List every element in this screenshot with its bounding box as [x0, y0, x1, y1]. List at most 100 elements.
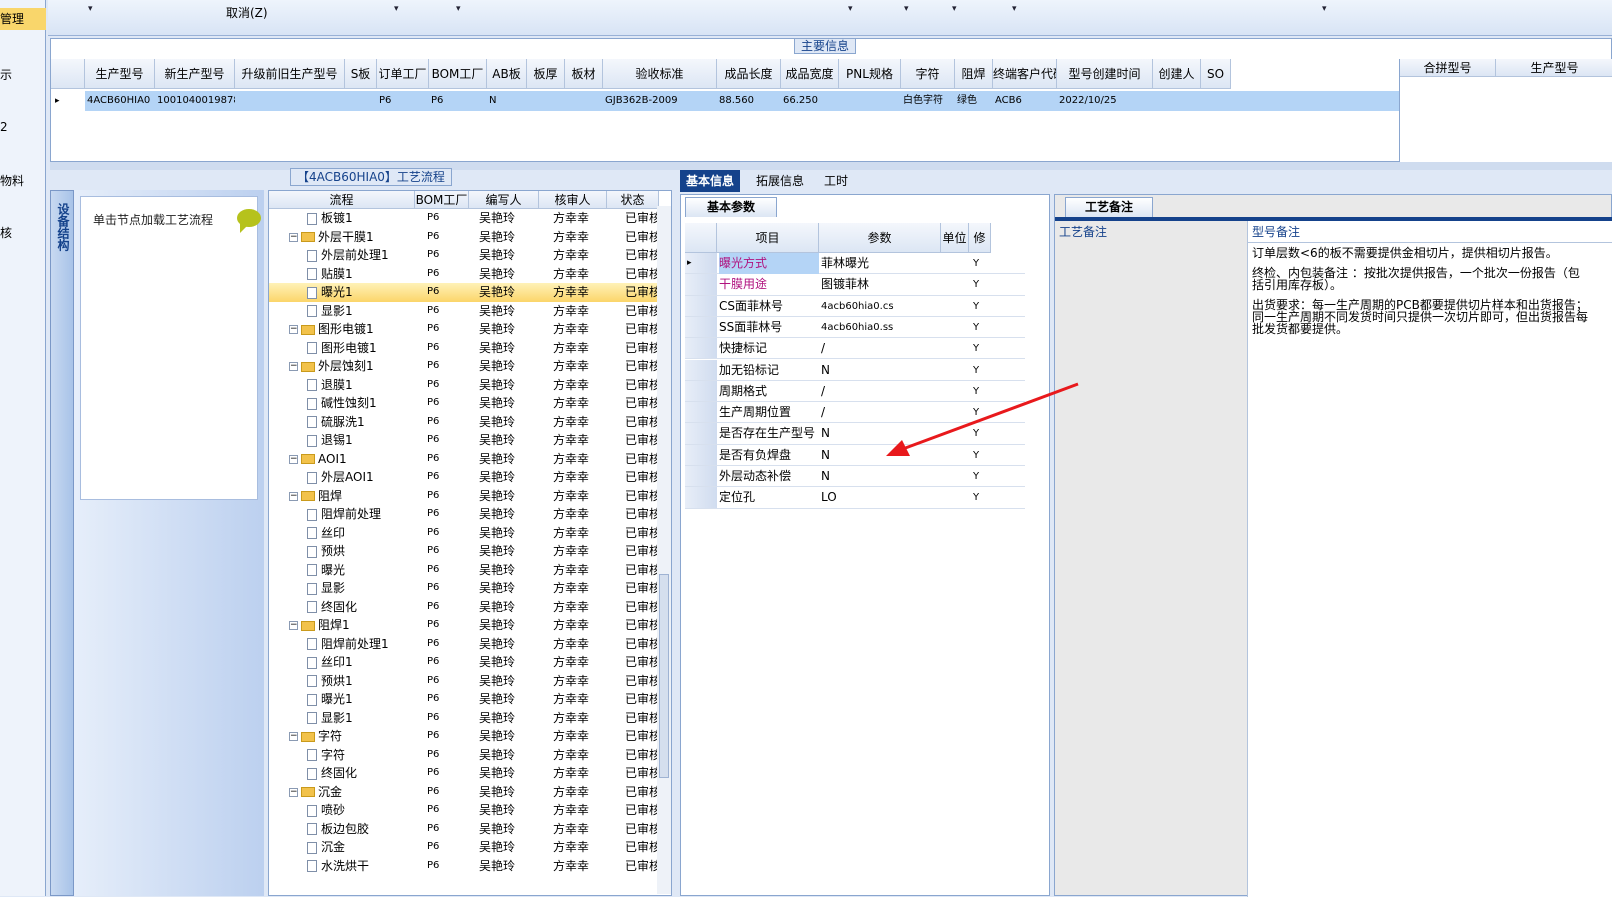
collapse-icon[interactable]: −	[289, 787, 298, 797]
cancel-menu[interactable]: 取消(Z)	[226, 4, 268, 21]
tree-node[interactable]: 丝印	[307, 524, 415, 542]
col-header[interactable]: 字符	[901, 59, 955, 89]
col-header[interactable]: 成品宽度	[781, 59, 839, 89]
cell-15[interactable]: ACB6	[993, 91, 1057, 111]
tree-node[interactable]: 预烘	[307, 542, 415, 560]
tree-row[interactable]: 显影1 P6 吴艳玲 方幸幸 已审核	[269, 709, 659, 728]
tree-node[interactable]: − 字符	[289, 727, 415, 745]
tree-col-header[interactable]: 编写人	[469, 191, 539, 209]
param-col-header[interactable]: 项目	[717, 223, 819, 253]
tree-node[interactable]: 曝光1	[307, 690, 415, 708]
cell-3[interactable]	[345, 91, 377, 111]
tab-basic-params[interactable]: 基本参数	[685, 197, 777, 217]
param-value[interactable]: N	[821, 360, 941, 381]
col-header[interactable]: 生产型号	[85, 59, 155, 89]
tree-row[interactable]: 外层AOI1 P6 吴艳玲 方幸幸 已审核	[269, 468, 659, 487]
tree-row[interactable]: 板镀1 P6 吴艳玲 方幸幸 已审核	[269, 209, 659, 228]
merge-col-header[interactable]: 合拼型号	[1400, 59, 1496, 77]
param-row[interactable]: ▸ 曝光方式 菲林曝光 Y	[685, 253, 1025, 275]
tree-node[interactable]: 显影1	[307, 302, 415, 320]
tree-node[interactable]: − 阻焊	[289, 487, 415, 505]
tree-node[interactable]: 显影	[307, 579, 415, 597]
col-header[interactable]: 订单工厂	[377, 59, 429, 89]
param-value[interactable]: LO	[821, 487, 941, 508]
param-value[interactable]: /	[821, 338, 941, 359]
col-header[interactable]: 新生产型号	[155, 59, 235, 89]
tree-row[interactable]: 预烘1 P6 吴艳玲 方幸幸 已审核	[269, 672, 659, 691]
dropdown-arrow-icon[interactable]: ▾	[904, 4, 909, 14]
param-row[interactable]: CS面菲林号 4acb60hia0.cs Y	[685, 295, 1025, 317]
dropdown-arrow-icon[interactable]: ▾	[88, 4, 93, 14]
param-row[interactable]: 加无铅标记 N Y	[685, 359, 1025, 381]
tab-1[interactable]: 拓展信息	[750, 170, 810, 192]
tree-row[interactable]: 沉金 P6 吴艳玲 方幸幸 已审核	[269, 838, 659, 857]
tree-row[interactable]: 预烘 P6 吴艳玲 方幸幸 已审核	[269, 542, 659, 561]
tree-node[interactable]: 板镀1	[307, 209, 415, 227]
tree-node[interactable]: 喷砂	[307, 801, 415, 819]
param-value[interactable]: 图镀菲林	[821, 274, 941, 295]
col-header[interactable]: BOM工厂	[429, 59, 487, 89]
collapse-icon[interactable]: −	[289, 362, 298, 371]
tree-row[interactable]: 曝光1 P6 吴艳玲 方幸幸 已审核	[269, 690, 659, 709]
cell-2[interactable]	[235, 91, 345, 111]
collapse-icon[interactable]: −	[289, 232, 298, 242]
horizontal-splitter[interactable]	[50, 162, 1612, 170]
tree-node[interactable]: − 外层干膜1	[289, 228, 415, 246]
tree-row[interactable]: 喷砂 P6 吴艳玲 方幸幸 已审核	[269, 801, 659, 820]
tree-row[interactable]: − 字符 P6 吴艳玲 方幸幸 已审核	[269, 727, 659, 746]
tree-node[interactable]: 硫脲洗1	[307, 413, 415, 431]
tree-row[interactable]: 曝光 P6 吴艳玲 方幸幸 已审核	[269, 561, 659, 580]
tree-row[interactable]: 水洗烘干 P6 吴艳玲 方幸幸 已审核	[269, 857, 659, 876]
collapse-icon[interactable]: −	[289, 732, 298, 741]
tree-row[interactable]: 丝印1 P6 吴艳玲 方幸幸 已审核	[269, 653, 659, 672]
nav-item-0[interactable]: 管理	[0, 8, 46, 30]
tree-node[interactable]: 退膜1	[307, 376, 415, 394]
col-header[interactable]: AB板	[487, 59, 527, 89]
cell-7[interactable]	[527, 91, 565, 111]
merge-col-header[interactable]: 生产型号	[1496, 59, 1612, 77]
model-notes-box[interactable]: 型号备注 订单层数<6的板不需要提供金相切片，提供相切片报告。 终检、内包装备注 …	[1247, 221, 1612, 897]
tree-row[interactable]: − 阻焊1 P6 吴艳玲 方幸幸 已审核	[269, 616, 659, 635]
tree-node[interactable]: 终固化	[307, 598, 415, 616]
tree-row[interactable]: − 外层干膜1 P6 吴艳玲 方幸幸 已审核	[269, 228, 659, 247]
param-value[interactable]: N	[821, 466, 941, 487]
tree-node[interactable]: − 沉金	[289, 783, 415, 801]
tree-row[interactable]: 字符 P6 吴艳玲 方幸幸 已审核	[269, 746, 659, 765]
tree-row[interactable]: 阻焊前处理1 P6 吴艳玲 方幸幸 已审核	[269, 635, 659, 654]
tree-node[interactable]: − 外层蚀刻1	[289, 357, 415, 375]
col-header[interactable]: 型号创建时间	[1057, 59, 1153, 89]
tab-process-notes[interactable]: 工艺备注	[1065, 197, 1153, 217]
tree-row[interactable]: 退膜1 P6 吴艳玲 方幸幸 已审核	[269, 376, 659, 395]
cell-1[interactable]: 10010400198783	[155, 91, 235, 111]
cell-5[interactable]: P6	[429, 91, 487, 111]
param-row[interactable]: 快捷标记 / Y	[685, 338, 1025, 360]
tree-row[interactable]: 阻焊前处理 P6 吴艳玲 方幸幸 已审核	[269, 505, 659, 524]
tree-node[interactable]: 阻焊前处理	[307, 505, 415, 523]
tree-node[interactable]: 预烘1	[307, 672, 415, 690]
cell-11[interactable]: 66.250	[781, 91, 839, 111]
tree-row[interactable]: 终固化 P6 吴艳玲 方幸幸 已审核	[269, 598, 659, 617]
nav-item-2[interactable]: 2	[0, 116, 46, 138]
tab-0[interactable]: 基本信息	[680, 170, 741, 192]
vertical-tab-structure[interactable]: 设备结构	[50, 190, 74, 896]
col-header[interactable]: 板材	[565, 59, 603, 89]
tree-row[interactable]: − 图形电镀1 P6 吴艳玲 方幸幸 已审核	[269, 320, 659, 339]
param-row[interactable]: 干膜用途 图镀菲林 Y	[685, 274, 1025, 296]
tree-node[interactable]: 终固化	[307, 764, 415, 782]
tree-row[interactable]: 丝印 P6 吴艳玲 方幸幸 已审核	[269, 524, 659, 543]
tree-row[interactable]: 硫脲洗1 P6 吴艳玲 方幸幸 已审核	[269, 413, 659, 432]
cell-13[interactable]: 白色字符	[901, 91, 955, 111]
cell-9[interactable]: GJB362B-2009	[603, 91, 717, 111]
cell-8[interactable]	[565, 91, 603, 111]
dropdown-arrow-icon[interactable]: ▾	[952, 4, 957, 14]
param-value[interactable]: 4acb60hia0.cs	[821, 296, 941, 317]
tree-row[interactable]: 显影 P6 吴艳玲 方幸幸 已审核	[269, 579, 659, 598]
cell-10[interactable]: 88.560	[717, 91, 781, 111]
cell-14[interactable]: 绿色	[955, 91, 993, 111]
tree-node[interactable]: 外层前处理1	[307, 246, 415, 264]
tree-node[interactable]: 显影1	[307, 709, 415, 727]
tree-node[interactable]: 外层AOI1	[307, 468, 415, 486]
tree-node[interactable]: 字符	[307, 746, 415, 764]
tree-row[interactable]: − 外层蚀刻1 P6 吴艳玲 方幸幸 已审核	[269, 357, 659, 376]
tree-row[interactable]: 外层前处理1 P6 吴艳玲 方幸幸 已审核	[269, 246, 659, 265]
